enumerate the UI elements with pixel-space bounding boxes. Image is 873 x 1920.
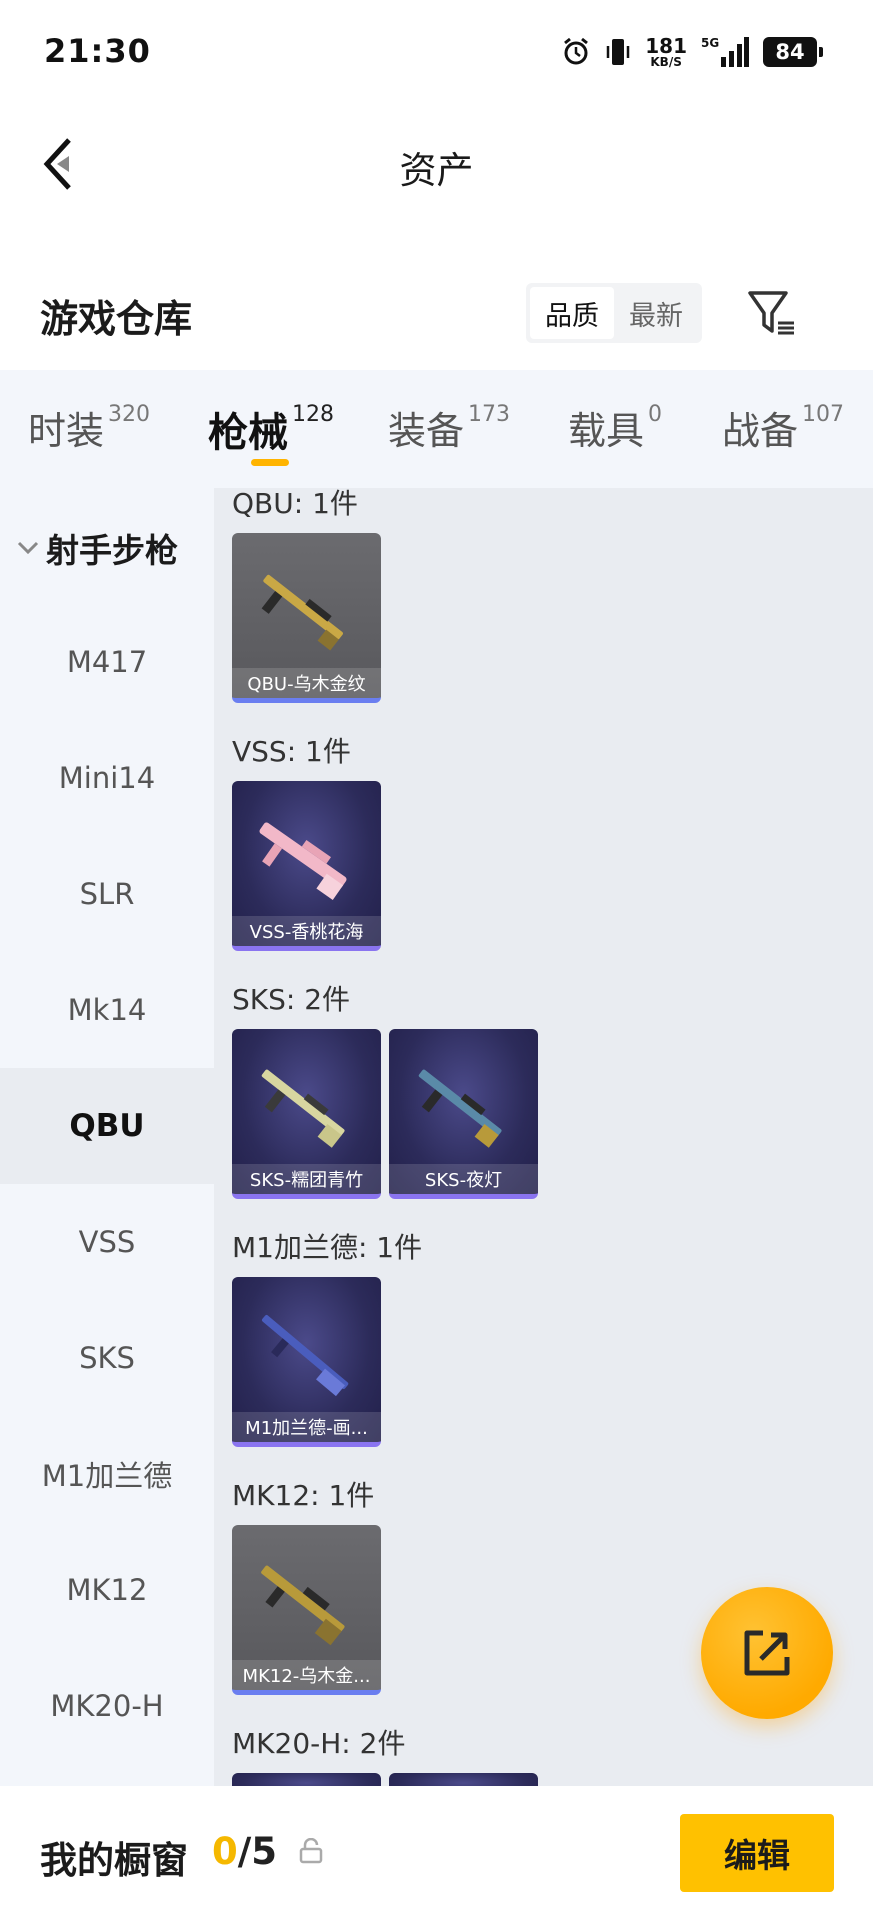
item-name: SKS-夜灯 — [389, 1164, 538, 1194]
sort-option-quality[interactable]: 品质 — [530, 287, 614, 339]
group-title-qbu: QBU: 1件 — [232, 488, 358, 520]
page-title: 资产 — [399, 149, 474, 192]
tab-count: 128 — [292, 402, 334, 427]
filter-button[interactable] — [744, 284, 802, 342]
speed-unit: KB/S — [650, 55, 682, 69]
tab-label: 战备 — [722, 409, 799, 453]
status-icons: 181 KB/S 5G 84 — [561, 28, 823, 76]
sidebar-item-mini14[interactable]: Mini14 — [0, 720, 214, 836]
item-card[interactable]: M1加兰德-画... — [232, 1277, 381, 1447]
tab-count: 173 — [468, 402, 511, 427]
item-card[interactable]: MK12-乌木金... — [232, 1525, 381, 1695]
sidebar-item-qbu[interactable]: QBU — [0, 1068, 214, 1184]
item-card[interactable]: QBU-乌木金纹 — [232, 533, 381, 703]
showcase-count: 0/5 — [212, 1830, 277, 1873]
bottom-bar: 我的橱窗 0/5 编辑 — [0, 1786, 873, 1920]
weapon-image — [261, 574, 343, 651]
tab-label: 枪械 — [208, 410, 288, 456]
speed-value: 181 — [645, 34, 687, 58]
status-bar: 21:30 181 KB/S 5G 84 — [0, 0, 873, 100]
sidebar-item-vss[interactable]: VSS — [0, 1184, 214, 1300]
sidebar-item-sks[interactable]: SKS — [0, 1300, 214, 1416]
showcase-current: 0 — [212, 1830, 238, 1873]
category-tabs: 时装 320 枪械 128 装备 173 载具 0 战备 107 — [0, 370, 873, 488]
group-title-vss: VSS: 1件 — [232, 735, 351, 768]
item-name: SKS-糯团青竹 — [232, 1164, 381, 1194]
section-title: 游戏仓库 — [40, 297, 193, 341]
sidebar-item-mk12[interactable]: MK12 — [0, 1532, 214, 1648]
tab-equipment[interactable]: 装备 173 — [388, 400, 510, 455]
tab-label: 时装 — [28, 409, 105, 453]
alarm-icon — [561, 37, 591, 67]
group-title-sks: SKS: 2件 — [232, 983, 351, 1016]
tab-vehicles[interactable]: 载具 0 — [568, 400, 662, 455]
item-card[interactable]: SKS-糯团青竹 — [232, 1029, 381, 1199]
item-name: QBU-乌木金纹 — [232, 668, 381, 698]
lock-icon — [299, 1838, 323, 1864]
item-name: M1加兰德-画... — [232, 1412, 381, 1442]
tab-firearms[interactable]: 枪械 128 — [208, 400, 334, 458]
active-tab-indicator — [251, 459, 289, 466]
showcase-label: 我的橱窗 — [40, 1839, 188, 1882]
tab-fashion[interactable]: 时装 320 — [28, 400, 150, 455]
sidebar-item-slr[interactable]: SLR — [0, 836, 214, 952]
vibrate-icon — [605, 36, 631, 68]
weapon-image — [418, 1069, 502, 1148]
filter-icon — [748, 291, 794, 335]
showcase-total: 5 — [251, 1830, 278, 1873]
tab-combat-supplies[interactable]: 战备 107 — [722, 400, 844, 455]
battery-level: 84 — [775, 40, 805, 64]
group-title-mk20h: MK20-H: 2件 — [232, 1727, 406, 1760]
signal-icon: 5G — [701, 35, 749, 69]
item-card[interactable]: VSS-香桃花海 — [232, 781, 381, 951]
tab-label: 载具 — [568, 409, 645, 453]
weapon-image — [259, 822, 347, 900]
tab-label: 装备 — [388, 409, 465, 453]
share-button[interactable] — [701, 1587, 833, 1719]
sidebar-item-m1-garand[interactable]: M1加兰德 — [0, 1416, 214, 1532]
weapon-image — [261, 1565, 345, 1646]
network-type: 5G — [701, 36, 719, 50]
tab-count: 0 — [648, 402, 663, 427]
sidebar-item-m417[interactable]: M417 — [0, 604, 214, 720]
sort-option-latest[interactable]: 最新 — [614, 287, 698, 339]
share-icon — [744, 1630, 790, 1676]
status-time: 21:30 — [44, 32, 151, 70]
edit-button[interactable]: 编辑 — [680, 1814, 834, 1892]
chevron-down-icon — [17, 541, 39, 555]
item-card[interactable]: SKS-夜灯 — [389, 1029, 538, 1199]
weapon-image — [261, 1069, 345, 1148]
group-title-mk12: MK12: 1件 — [232, 1479, 375, 1512]
network-speed: 181 KB/S — [645, 36, 687, 68]
group-title-m1-garand: M1加兰德: 1件 — [232, 1231, 423, 1264]
battery-indicator: 84 — [763, 37, 823, 67]
item-name: MK12-乌木金... — [232, 1660, 381, 1690]
sidebar-item-mk14[interactable]: Mk14 — [0, 952, 214, 1068]
sidebar-group-label: 射手步枪 — [46, 531, 178, 570]
tab-count: 320 — [108, 402, 151, 427]
weapon-image — [261, 1314, 349, 1397]
app-header: 资产 — [0, 100, 873, 230]
sidebar-group-header[interactable]: 射手步枪 — [16, 524, 178, 572]
sort-toggle: 品质 最新 — [526, 283, 702, 343]
item-name: VSS-香桃花海 — [232, 916, 381, 946]
showcase-separator: / — [237, 1830, 252, 1873]
weapon-sidebar: 射手步枪 M417 Mini14 SLR Mk14 QBU VSS SKS M1… — [0, 488, 214, 1788]
tab-count: 107 — [802, 402, 845, 427]
sidebar-item-mk20h[interactable]: MK20-H — [0, 1648, 214, 1764]
